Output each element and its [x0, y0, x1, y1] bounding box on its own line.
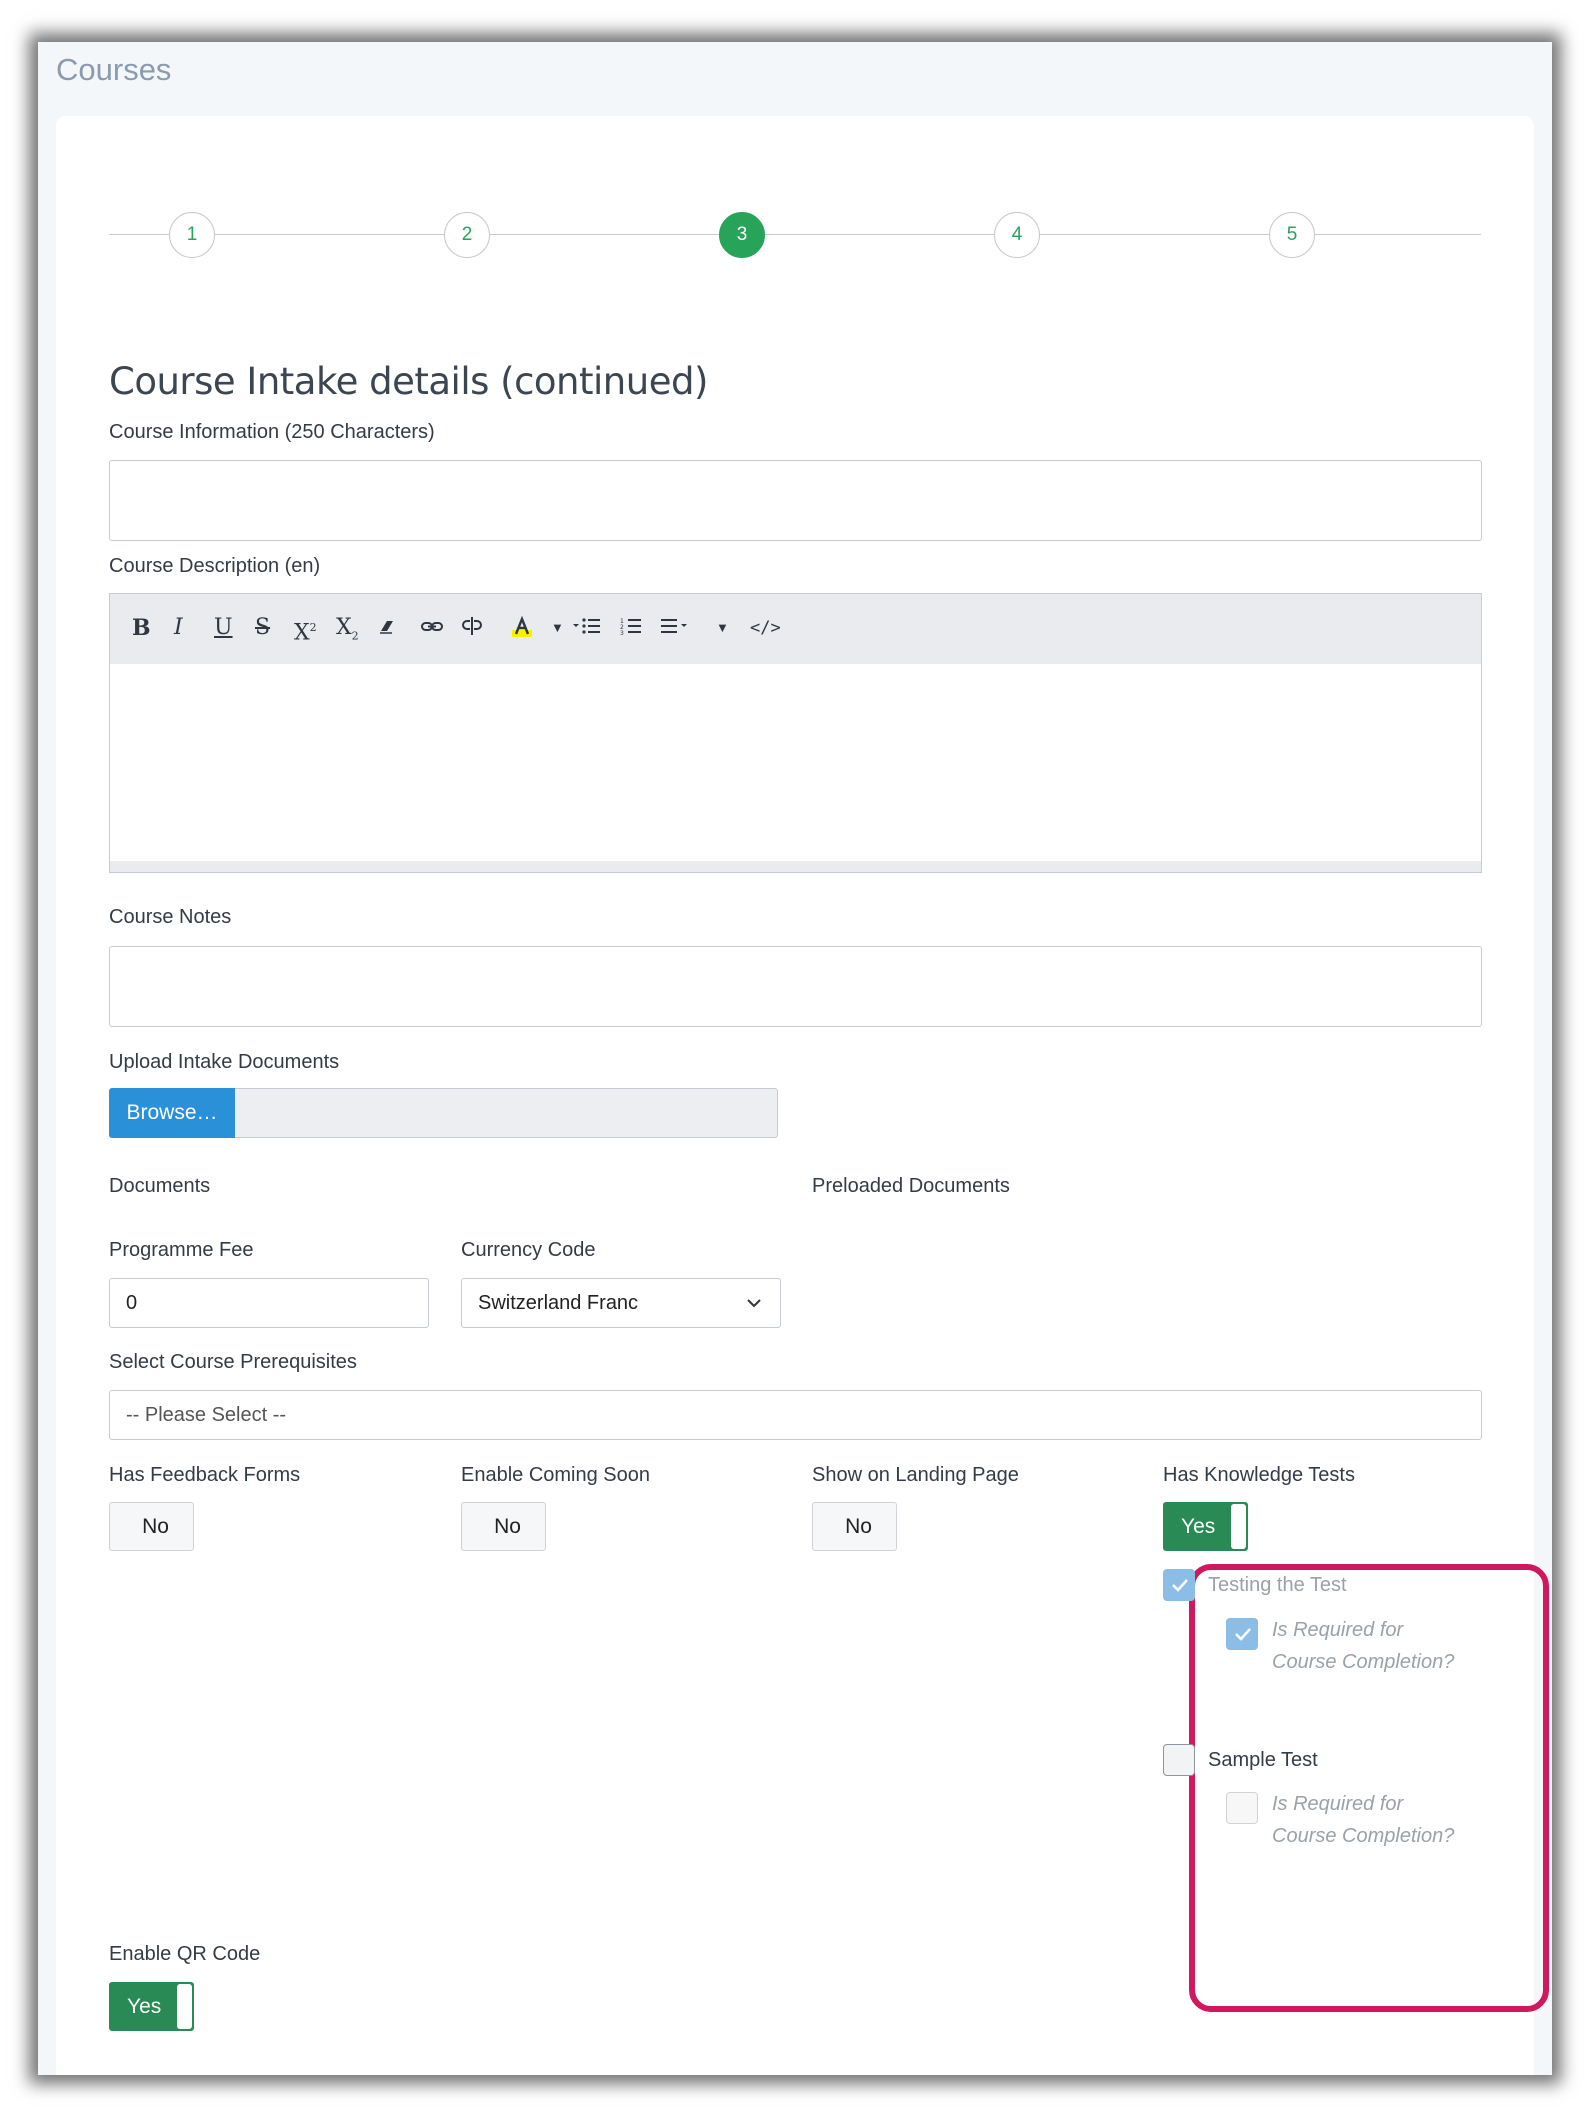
italic-icon[interactable]: I: [174, 616, 183, 640]
align-icon[interactable]: [661, 616, 695, 640]
subscript-icon[interactable]: X2: [336, 616, 359, 648]
step-5[interactable]: 5: [1269, 212, 1315, 258]
app-window: Courses 1 2 3 4 5 Course Intake details …: [38, 42, 1552, 2075]
required-label-line2: Course Completion?: [1272, 1825, 1455, 1847]
link-icon[interactable]: [420, 616, 444, 640]
test-checkbox-testing-the-test[interactable]: [1163, 1569, 1195, 1601]
section-heading: Course Intake details (continued): [109, 360, 708, 403]
toggle-knob: [1231, 1504, 1246, 1549]
code-view-icon[interactable]: </>: [750, 616, 781, 640]
required-label-line1: Is Required for: [1272, 1793, 1404, 1815]
currency-code-select[interactable]: Switzerland Franc: [461, 1278, 781, 1328]
required-label-testing-the-test: Is Required for Course Completion?: [1272, 1614, 1454, 1678]
required-label-line1: Is Required for: [1272, 1619, 1404, 1641]
underline-icon[interactable]: U: [214, 616, 233, 640]
bold-icon[interactable]: B: [132, 616, 151, 640]
subscript-letter: X: [336, 615, 352, 640]
has-feedback-forms-label: Has Feedback Forms: [109, 1464, 301, 1486]
editor-toolbar: B I U S X2 X2 ▼ 1 2 3 ▼ </>: [110, 594, 1481, 664]
documents-label: Documents: [109, 1175, 211, 1197]
course-description-label: Course Description (en): [109, 555, 321, 577]
strikethrough-icon[interactable]: S: [255, 616, 270, 640]
course-notes-label: Course Notes: [109, 906, 232, 928]
file-name-field: [235, 1088, 778, 1138]
chevron-down-icon: [747, 1299, 761, 1308]
numbered-list-icon[interactable]: 123: [620, 616, 642, 640]
course-notes-input[interactable]: [109, 946, 1482, 1027]
course-information-input[interactable]: [109, 460, 1482, 541]
required-checkbox-testing-the-test[interactable]: [1226, 1618, 1258, 1650]
toggle-knob: [177, 1984, 192, 2029]
prerequisites-select[interactable]: -- Please Select --: [109, 1390, 1482, 1440]
step-1[interactable]: 1: [169, 212, 215, 258]
check-icon: [1235, 1628, 1251, 1641]
has-knowledge-tests-label: Has Knowledge Tests: [1163, 1464, 1355, 1486]
course-information-label: Course Information (250 Characters): [109, 421, 435, 443]
chevron-down-icon[interactable]: ▼: [716, 616, 729, 640]
course-description-editor[interactable]: B I U S X2 X2 ▼ 1 2 3 ▼ </>: [109, 593, 1482, 873]
unlink-icon[interactable]: [460, 616, 484, 641]
required-label-line2: Course Completion?: [1272, 1651, 1455, 1673]
step-3-active[interactable]: 3: [719, 212, 765, 258]
eraser-icon[interactable]: [378, 616, 396, 640]
step-4[interactable]: 4: [994, 212, 1040, 258]
prerequisites-placeholder: -- Please Select --: [126, 1404, 287, 1426]
required-label-sample-test: Is Required for Course Completion?: [1272, 1788, 1454, 1852]
enable-coming-soon-label: Enable Coming Soon: [461, 1464, 651, 1486]
check-icon: [1172, 1579, 1188, 1592]
text-color-icon[interactable]: [510, 615, 534, 643]
programme-fee-input[interactable]: 0: [109, 1278, 429, 1328]
preloaded-documents-label: Preloaded Documents: [812, 1175, 1010, 1197]
programme-fee-value: 0: [126, 1292, 138, 1314]
editor-resize-bar[interactable]: [110, 861, 1481, 872]
show-on-landing-page-label: Show on Landing Page: [812, 1464, 1019, 1486]
currency-code-value: Switzerland Franc: [478, 1292, 639, 1314]
enable-qr-code-toggle[interactable]: Yes: [109, 1982, 194, 2031]
test-name-sample-test: Sample Test: [1208, 1749, 1318, 1771]
programme-fee-label: Programme Fee: [109, 1239, 254, 1261]
required-checkbox-sample-test[interactable]: [1226, 1792, 1258, 1824]
test-name-testing-the-test: Testing the Test: [1208, 1574, 1347, 1596]
enable-qr-code-value: Yes: [127, 1995, 162, 2018]
has-knowledge-tests-toggle[interactable]: Yes: [1163, 1502, 1248, 1551]
has-feedback-forms-toggle[interactable]: No: [109, 1502, 194, 1551]
superscript-letter: X: [294, 620, 310, 646]
enable-coming-soon-toggle[interactable]: No: [461, 1502, 546, 1551]
browse-button[interactable]: Browse…: [109, 1088, 235, 1138]
bullet-list-icon[interactable]: [573, 616, 601, 640]
prerequisites-label: Select Course Prerequisites: [109, 1351, 357, 1373]
step-2[interactable]: 2: [444, 212, 490, 258]
enable-qr-code-label: Enable QR Code: [109, 1943, 261, 1965]
currency-code-label: Currency Code: [461, 1239, 596, 1261]
svg-text:3: 3: [620, 630, 624, 635]
show-on-landing-page-toggle[interactable]: No: [812, 1502, 897, 1551]
chevron-down-icon[interactable]: ▼: [551, 616, 564, 640]
has-knowledge-tests-value: Yes: [1181, 1515, 1216, 1538]
form-card: 1 2 3 4 5 Course Intake details (continu…: [56, 116, 1549, 2075]
superscript-icon[interactable]: X2: [294, 616, 317, 645]
page-title: Courses: [56, 52, 172, 87]
test-checkbox-sample-test[interactable]: [1163, 1744, 1195, 1776]
upload-label: Upload Intake Documents: [109, 1051, 340, 1073]
